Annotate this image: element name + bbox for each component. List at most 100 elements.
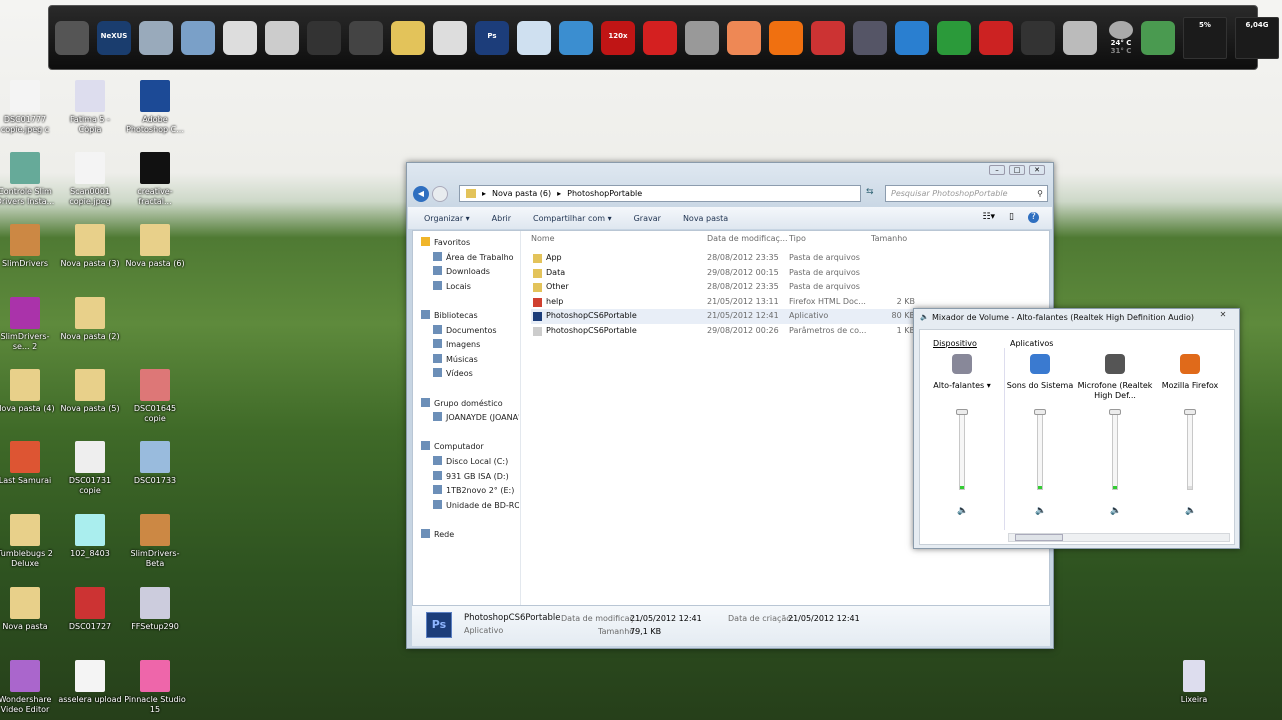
nav-item[interactable]: Imagens	[419, 338, 519, 353]
volume-slider[interactable]	[1184, 409, 1196, 490]
slider-thumb[interactable]	[1034, 409, 1046, 415]
desktop-icon[interactable]: asselera upload	[58, 660, 122, 705]
dock-ie-icon[interactable]	[895, 20, 929, 55]
mute-button[interactable]: 🔈	[1185, 506, 1196, 516]
nav-item[interactable]: 1TB2novo 2° (E:)	[419, 484, 519, 499]
nav-item[interactable]: Computador	[419, 440, 519, 455]
view-options-icon[interactable]: ☷▾	[982, 212, 995, 223]
nav-item[interactable]: Favoritos	[419, 236, 519, 251]
dock-photoscape-icon[interactable]	[979, 20, 1013, 55]
dock-tool-icon[interactable]	[811, 20, 845, 55]
nav-item[interactable]: Unidade de BD-ROM	[419, 499, 519, 514]
mute-button[interactable]: 🔈	[1110, 506, 1121, 516]
file-row[interactable]: Data 29/08/2012 00:15 Pasta de arquivos	[531, 266, 1051, 281]
desktop-icon[interactable]: Controle Slim Drivers Insta...	[0, 152, 57, 207]
desktop-icon[interactable]: Last Samurai	[0, 441, 57, 486]
dock-printer-icon[interactable]	[307, 20, 341, 55]
desktop-icon[interactable]: Pinnacle Studio 15	[123, 660, 187, 715]
desktop-icon[interactable]: DSC01731 copie	[58, 441, 122, 496]
dock-photoshop-icon[interactable]: Ps	[475, 20, 509, 55]
dock-computer-icon[interactable]	[139, 20, 173, 55]
desktop-icon[interactable]: Nova pasta (3)	[58, 224, 122, 269]
nav-item[interactable]: Vídeos	[419, 367, 519, 382]
desktop-icon[interactable]: DSC01777 copie.jpeg c	[0, 80, 57, 135]
desktop-icon[interactable]: Fatima 5 - Cópia	[58, 80, 122, 135]
dock-camera-icon[interactable]	[1141, 20, 1175, 55]
desktop-icon[interactable]: FFSetup290	[123, 587, 187, 632]
recycle-bin[interactable]: Lixeira	[1162, 660, 1226, 705]
desktop-icon[interactable]: Nova pasta	[0, 587, 57, 632]
toolbar-button[interactable]: Abrir	[492, 214, 511, 223]
desktop-icon[interactable]: Tumblebugs 2 Deluxe	[0, 514, 57, 569]
nav-item[interactable]: 931 GB ISA (D:)	[419, 470, 519, 485]
close-button[interactable]: ✕	[1213, 310, 1233, 322]
forward-button[interactable]	[432, 186, 448, 202]
dock-picasa-icon[interactable]	[727, 20, 761, 55]
dock-cd-icon[interactable]	[433, 20, 467, 55]
file-row[interactable]: App 28/08/2012 23:35 Pasta de arquivos	[531, 251, 1051, 266]
dock-tunatic-icon[interactable]	[55, 20, 89, 55]
dock-camera-icon[interactable]	[685, 20, 719, 55]
nav-item[interactable]: Locais	[419, 280, 519, 295]
dock-search-icon[interactable]	[517, 20, 551, 55]
horizontal-scrollbar[interactable]	[1008, 533, 1230, 542]
desktop-icon[interactable]: DSC01733	[123, 441, 187, 486]
nav-item[interactable]: Rede	[419, 528, 519, 543]
toolbar-button[interactable]: Compartilhar com ▾	[533, 214, 612, 223]
memory-meter[interactable]: 6,04G	[1235, 16, 1279, 59]
file-row[interactable]: Other 28/08/2012 23:35 Pasta de arquivos	[531, 280, 1051, 295]
address-bar[interactable]: ▸ Nova pasta (6) ▸ PhotoshopPortable	[459, 185, 861, 202]
desktop-icon[interactable]: Scan0001 copie.jpeg	[58, 152, 122, 207]
desktop-icon[interactable]: SlimDrivers-Beta	[123, 514, 187, 569]
refresh-icon[interactable]: ⇆	[866, 187, 874, 197]
nav-item[interactable]: Bibliotecas	[419, 309, 519, 324]
column-header[interactable]: Nome	[531, 234, 555, 243]
close-button[interactable]: ✕	[1029, 165, 1045, 175]
nav-item[interactable]: Documentos	[419, 324, 519, 339]
mute-button[interactable]: 🔈	[1035, 506, 1046, 516]
maximize-button[interactable]: □	[1009, 165, 1025, 175]
toolbar-button[interactable]: Gravar	[634, 214, 661, 223]
nav-item[interactable]: Downloads	[419, 265, 519, 280]
desktop-icon[interactable]: Nova pasta (4)	[0, 369, 57, 414]
nav-item[interactable]: Grupo doméstico	[419, 397, 519, 412]
column-header[interactable]: Data de modificaç...	[707, 234, 788, 243]
desktop-icon[interactable]: Nova pasta (6)	[123, 224, 187, 269]
weather-widget[interactable]: 24° C 31° C	[1109, 20, 1133, 55]
slider-thumb[interactable]	[1109, 409, 1121, 415]
volume-slider[interactable]	[1034, 409, 1046, 490]
search-input[interactable]: Pesquisar PhotoshopPortable ⚲	[885, 185, 1048, 202]
toolbar-button[interactable]: Organizar ▾	[424, 214, 470, 223]
dock-red-app-icon[interactable]	[643, 20, 677, 55]
slider-thumb[interactable]	[1184, 409, 1196, 415]
nav-item[interactable]: Músicas	[419, 353, 519, 368]
desktop-icon[interactable]: Nova pasta (5)	[58, 369, 122, 414]
column-header[interactable]: Tamanho	[871, 234, 907, 243]
dock-avast-icon[interactable]	[769, 20, 803, 55]
breadcrumb-item[interactable]: Nova pasta (6)	[492, 189, 551, 198]
minimize-button[interactable]: –	[989, 165, 1005, 175]
back-button[interactable]: ◀	[413, 186, 429, 202]
help-icon[interactable]: ?	[1028, 212, 1039, 223]
dock-drive-icon[interactable]	[223, 20, 257, 55]
desktop-icon[interactable]: Wondershare Video Editor	[0, 660, 57, 715]
scrollbar-thumb[interactable]	[1015, 534, 1063, 541]
column-header[interactable]: Tipo	[789, 234, 806, 243]
nav-item[interactable]: Área de Trabalho	[419, 251, 519, 266]
slider-thumb[interactable]	[956, 409, 968, 415]
dock-globe-icon[interactable]	[853, 20, 887, 55]
desktop-icon[interactable]: 102_8403	[58, 514, 122, 559]
dock-monitor-icon[interactable]	[181, 20, 215, 55]
desktop-icon[interactable]: creative-fractal...	[123, 152, 187, 207]
toolbar-button[interactable]: Nova pasta	[683, 214, 728, 223]
desktop-icon[interactable]: SlimDrivers-se... 2	[0, 297, 57, 352]
desktop-icon[interactable]: Adobe Photoshop C...	[123, 80, 187, 135]
dock-device-icon[interactable]	[349, 20, 383, 55]
channel-name[interactable]: Alto-falantes ▾	[924, 381, 1000, 391]
dock-downloads-folder-icon[interactable]	[391, 20, 425, 55]
nav-item[interactable]: JOANAYDE (JOANA'	[419, 411, 519, 426]
desktop-icon[interactable]: SlimDrivers	[0, 224, 57, 269]
dock-clock-icon[interactable]	[1021, 20, 1055, 55]
cpu-meter[interactable]: 5%	[1183, 16, 1227, 59]
volume-slider[interactable]	[1109, 409, 1121, 490]
